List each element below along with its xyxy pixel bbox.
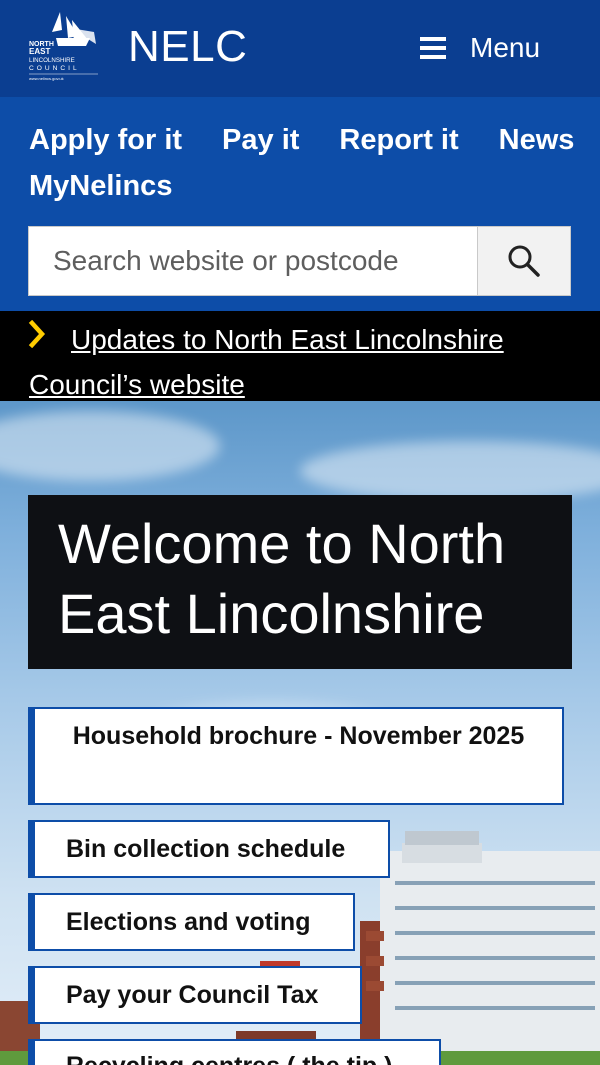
- site-header: NORTH EAST LINCOLNSHIRE COUNCIL www.neli…: [0, 0, 600, 97]
- recycling-centres-label: Recycling centres ( the tip ): [66, 1047, 439, 1065]
- quick-link-news[interactable]: News: [499, 119, 575, 161]
- household-brochure-button[interactable]: Household brochure - November 2025: [28, 707, 564, 805]
- logo-text-url: www.nelincs.gov.uk: [29, 76, 64, 81]
- elections-voting-label: Elections and voting: [66, 908, 311, 936]
- household-brochure-label: Household brochure - November 2025: [72, 722, 525, 750]
- logo-text-lincs: LINCOLNSHIRE: [29, 57, 75, 64]
- search-input[interactable]: [29, 227, 479, 295]
- quick-link-mynelincs[interactable]: MyNelincs: [29, 165, 172, 207]
- bin-collection-button[interactable]: Bin collection schedule: [28, 820, 390, 878]
- magnifier-icon: [508, 245, 540, 277]
- page: NORTH EAST LINCOLNSHIRE COUNCIL www.neli…: [0, 0, 600, 1065]
- council-logo[interactable]: NORTH EAST LINCOLNSHIRE COUNCIL www.neli…: [26, 10, 104, 82]
- quick-link-apply[interactable]: Apply for it: [29, 119, 182, 161]
- announcement-banner: Updates to North East Lincolnshire Counc…: [0, 311, 600, 401]
- site-title[interactable]: NELC: [128, 22, 247, 72]
- council-tax-button[interactable]: Pay your Council Tax: [28, 966, 362, 1024]
- search-box: [28, 226, 571, 296]
- menu-label: Menu: [470, 32, 541, 63]
- quick-link-pay[interactable]: Pay it: [222, 119, 299, 161]
- quick-links-bar: Apply for it Pay it Report it News MyNel…: [0, 97, 600, 311]
- hero-title: Welcome to North East Lincolnshire: [58, 512, 506, 645]
- bin-collection-label: Bin collection schedule: [66, 835, 346, 863]
- hamburger-icon: [420, 37, 446, 59]
- quick-links-nav: Apply for it Pay it Report it News MyNel…: [29, 119, 589, 207]
- search-button[interactable]: [477, 227, 570, 295]
- elections-voting-button[interactable]: Elections and voting: [28, 893, 355, 951]
- council-tax-label: Pay your Council Tax: [66, 981, 319, 1009]
- logo-text-council: COUNCIL: [29, 65, 80, 72]
- hero-title-box: Welcome to North East Lincolnshire: [28, 495, 572, 669]
- menu-button[interactable]: Menu: [420, 28, 540, 68]
- announcement-link[interactable]: Updates to North East Lincolnshire Counc…: [29, 317, 574, 407]
- logo-text-east: EAST: [29, 47, 50, 56]
- quick-link-report[interactable]: Report it: [339, 119, 458, 161]
- recycling-centres-button[interactable]: Recycling centres ( the tip ): [28, 1039, 441, 1065]
- hero-section: Welcome to North East Lincolnshire House…: [0, 401, 600, 1065]
